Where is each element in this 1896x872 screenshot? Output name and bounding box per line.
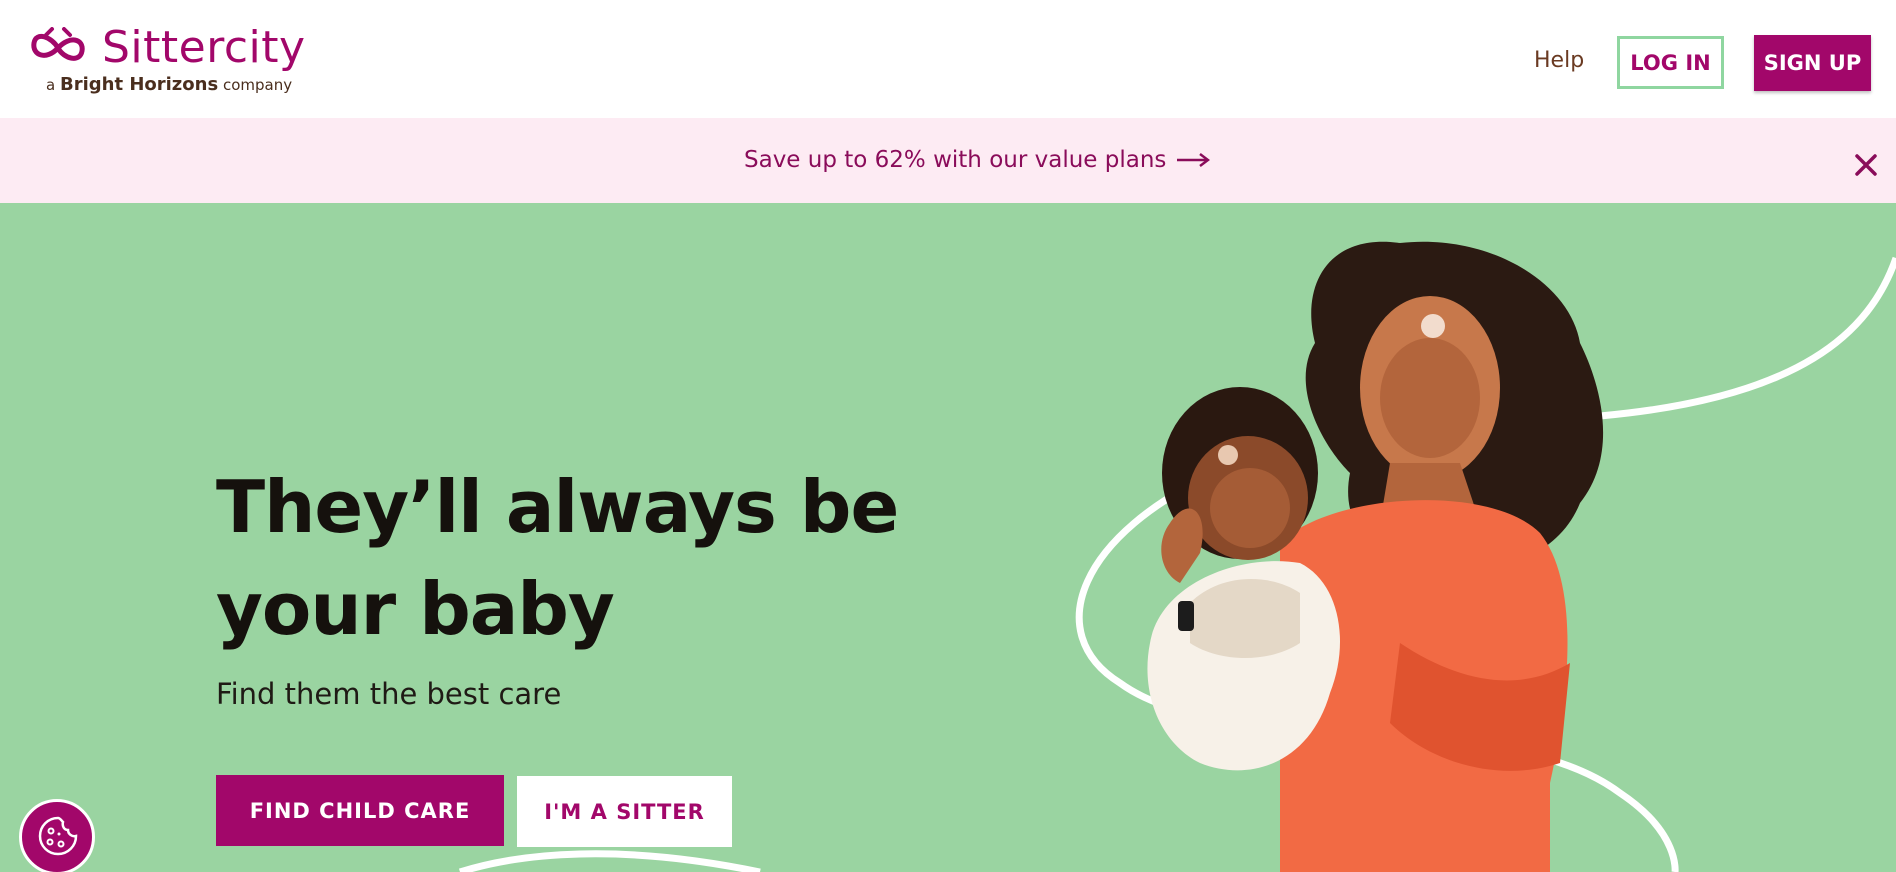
brand-name: Sittercity <box>102 22 306 73</box>
tagline-suffix: company <box>222 76 293 94</box>
find-child-care-button[interactable]: FIND CHILD CARE <box>216 775 504 846</box>
mother-and-baby-photo <box>1147 241 1604 872</box>
sittercity-logo[interactable]: Sittercity a Bright Horizons company <box>28 26 306 95</box>
brand-tagline: a Bright Horizons company <box>46 74 306 95</box>
login-button[interactable]: LOG IN <box>1617 36 1724 89</box>
promo-banner: Save up to 62% with our value plans <box>0 118 1896 203</box>
infinity-heart-icon <box>31 27 85 61</box>
site-header: Sittercity a Bright Horizons company Hel… <box>0 0 1896 118</box>
hero-section: They’ll always be your baby Find them th… <box>0 203 1896 872</box>
signup-button[interactable]: SIGN UP <box>1754 35 1871 91</box>
help-link[interactable]: Help <box>1534 48 1584 73</box>
close-icon[interactable] <box>1853 152 1879 178</box>
hero-subtitle: Find them the best care <box>216 677 562 711</box>
promo-link[interactable]: Save up to 62% with our value plans <box>744 147 1211 173</box>
promo-text: Save up to 62% with our value plans <box>744 147 1167 173</box>
cookie-icon <box>38 816 78 856</box>
cookie-settings-button[interactable] <box>19 799 95 872</box>
tagline-prefix: a <box>46 76 56 94</box>
hero-title: They’ll always be your baby <box>216 465 899 651</box>
im-a-sitter-button[interactable]: I'M A SITTER <box>517 776 732 847</box>
tagline-company: Bright Horizons <box>59 74 219 95</box>
arrow-right-icon <box>1177 153 1211 167</box>
